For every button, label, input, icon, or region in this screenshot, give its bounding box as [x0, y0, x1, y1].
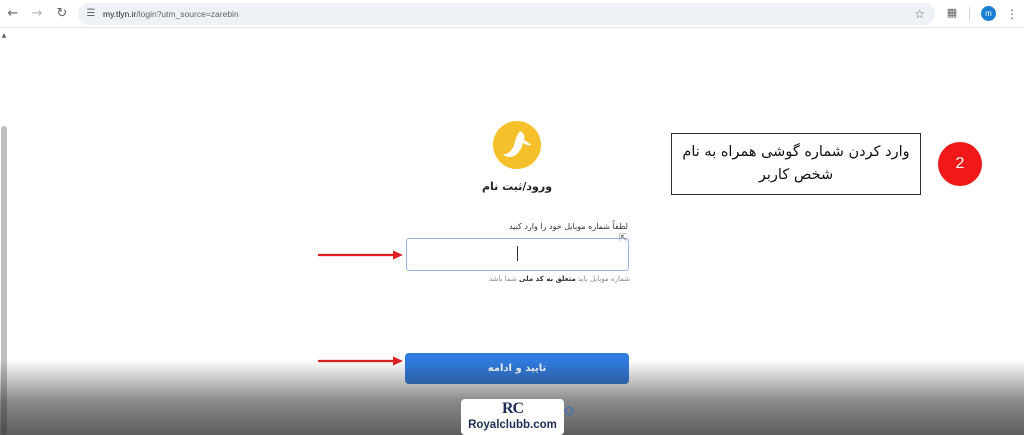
- url-text[interactable]: my.tlyn.ir/login?utm_source=zarebin: [103, 3, 239, 25]
- phone-input-label: لطفاً شماره موبایل خود را وارد کنید: [508, 222, 628, 231]
- tlyn-logo: [493, 121, 541, 169]
- scroll-up-arrow-icon[interactable]: ▲: [0, 32, 8, 40]
- watermark-text: Royalclubb.com: [468, 419, 557, 431]
- profile-avatar[interactable]: m: [981, 6, 996, 21]
- small-circle-icon: [565, 407, 573, 415]
- watermark-mark: RC: [501, 400, 524, 417]
- callout-text: وارد کردن شماره گوشی همراه به نام شخص کا…: [682, 144, 910, 183]
- browser-toolbar: ← → ↻ ☰ my.tlyn.ir/login?utm_source=zare…: [0, 0, 1024, 28]
- mouse-cursor-icon: ⇱: [619, 233, 628, 244]
- url-host: my.tlyn.ir: [103, 9, 137, 19]
- bookmark-star-icon[interactable]: ☆: [914, 5, 925, 23]
- annotation-arrow-icon: [318, 250, 403, 260]
- annotation-arrow-icon: [318, 356, 403, 366]
- step-number-badge: 2: [938, 142, 982, 186]
- address-bar[interactable]: ☰ my.tlyn.ir/login?utm_source=zarebin ☆: [78, 3, 935, 25]
- tlyn-logo-glyph-icon: [503, 131, 531, 157]
- more-vert-icon[interactable]: ⋮: [1006, 4, 1018, 24]
- page-title: ورود/ثبت نام: [481, 180, 553, 193]
- url-path: /login?utm_source=zarebin: [136, 9, 239, 19]
- site-info-icon[interactable]: ☰: [84, 7, 98, 21]
- toolbar-divider: [969, 7, 970, 21]
- back-arrow-icon[interactable]: ←: [4, 5, 22, 23]
- instruction-callout: وارد کردن شماره گوشی همراه به نام شخص کا…: [671, 133, 921, 195]
- scrollbar-thumb[interactable]: [1, 126, 7, 435]
- royalclubb-watermark: RC Royalclubb.com: [461, 399, 564, 435]
- reload-icon[interactable]: ↻: [53, 5, 71, 23]
- forward-arrow-icon[interactable]: →: [28, 5, 46, 23]
- helper-suffix: شما باشد: [488, 275, 519, 283]
- helper-prefix: شماره موبایل باید: [575, 275, 630, 283]
- helper-strong: متعلق به کد ملی: [518, 275, 576, 283]
- text-caret: [517, 246, 518, 261]
- extensions-puzzle-icon[interactable]: ▦: [944, 5, 960, 21]
- confirm-continue-button[interactable]: تایید و ادامه: [405, 353, 629, 384]
- phone-helper-text: شماره موبایل باید متعلق به کد ملی شما با…: [406, 275, 630, 283]
